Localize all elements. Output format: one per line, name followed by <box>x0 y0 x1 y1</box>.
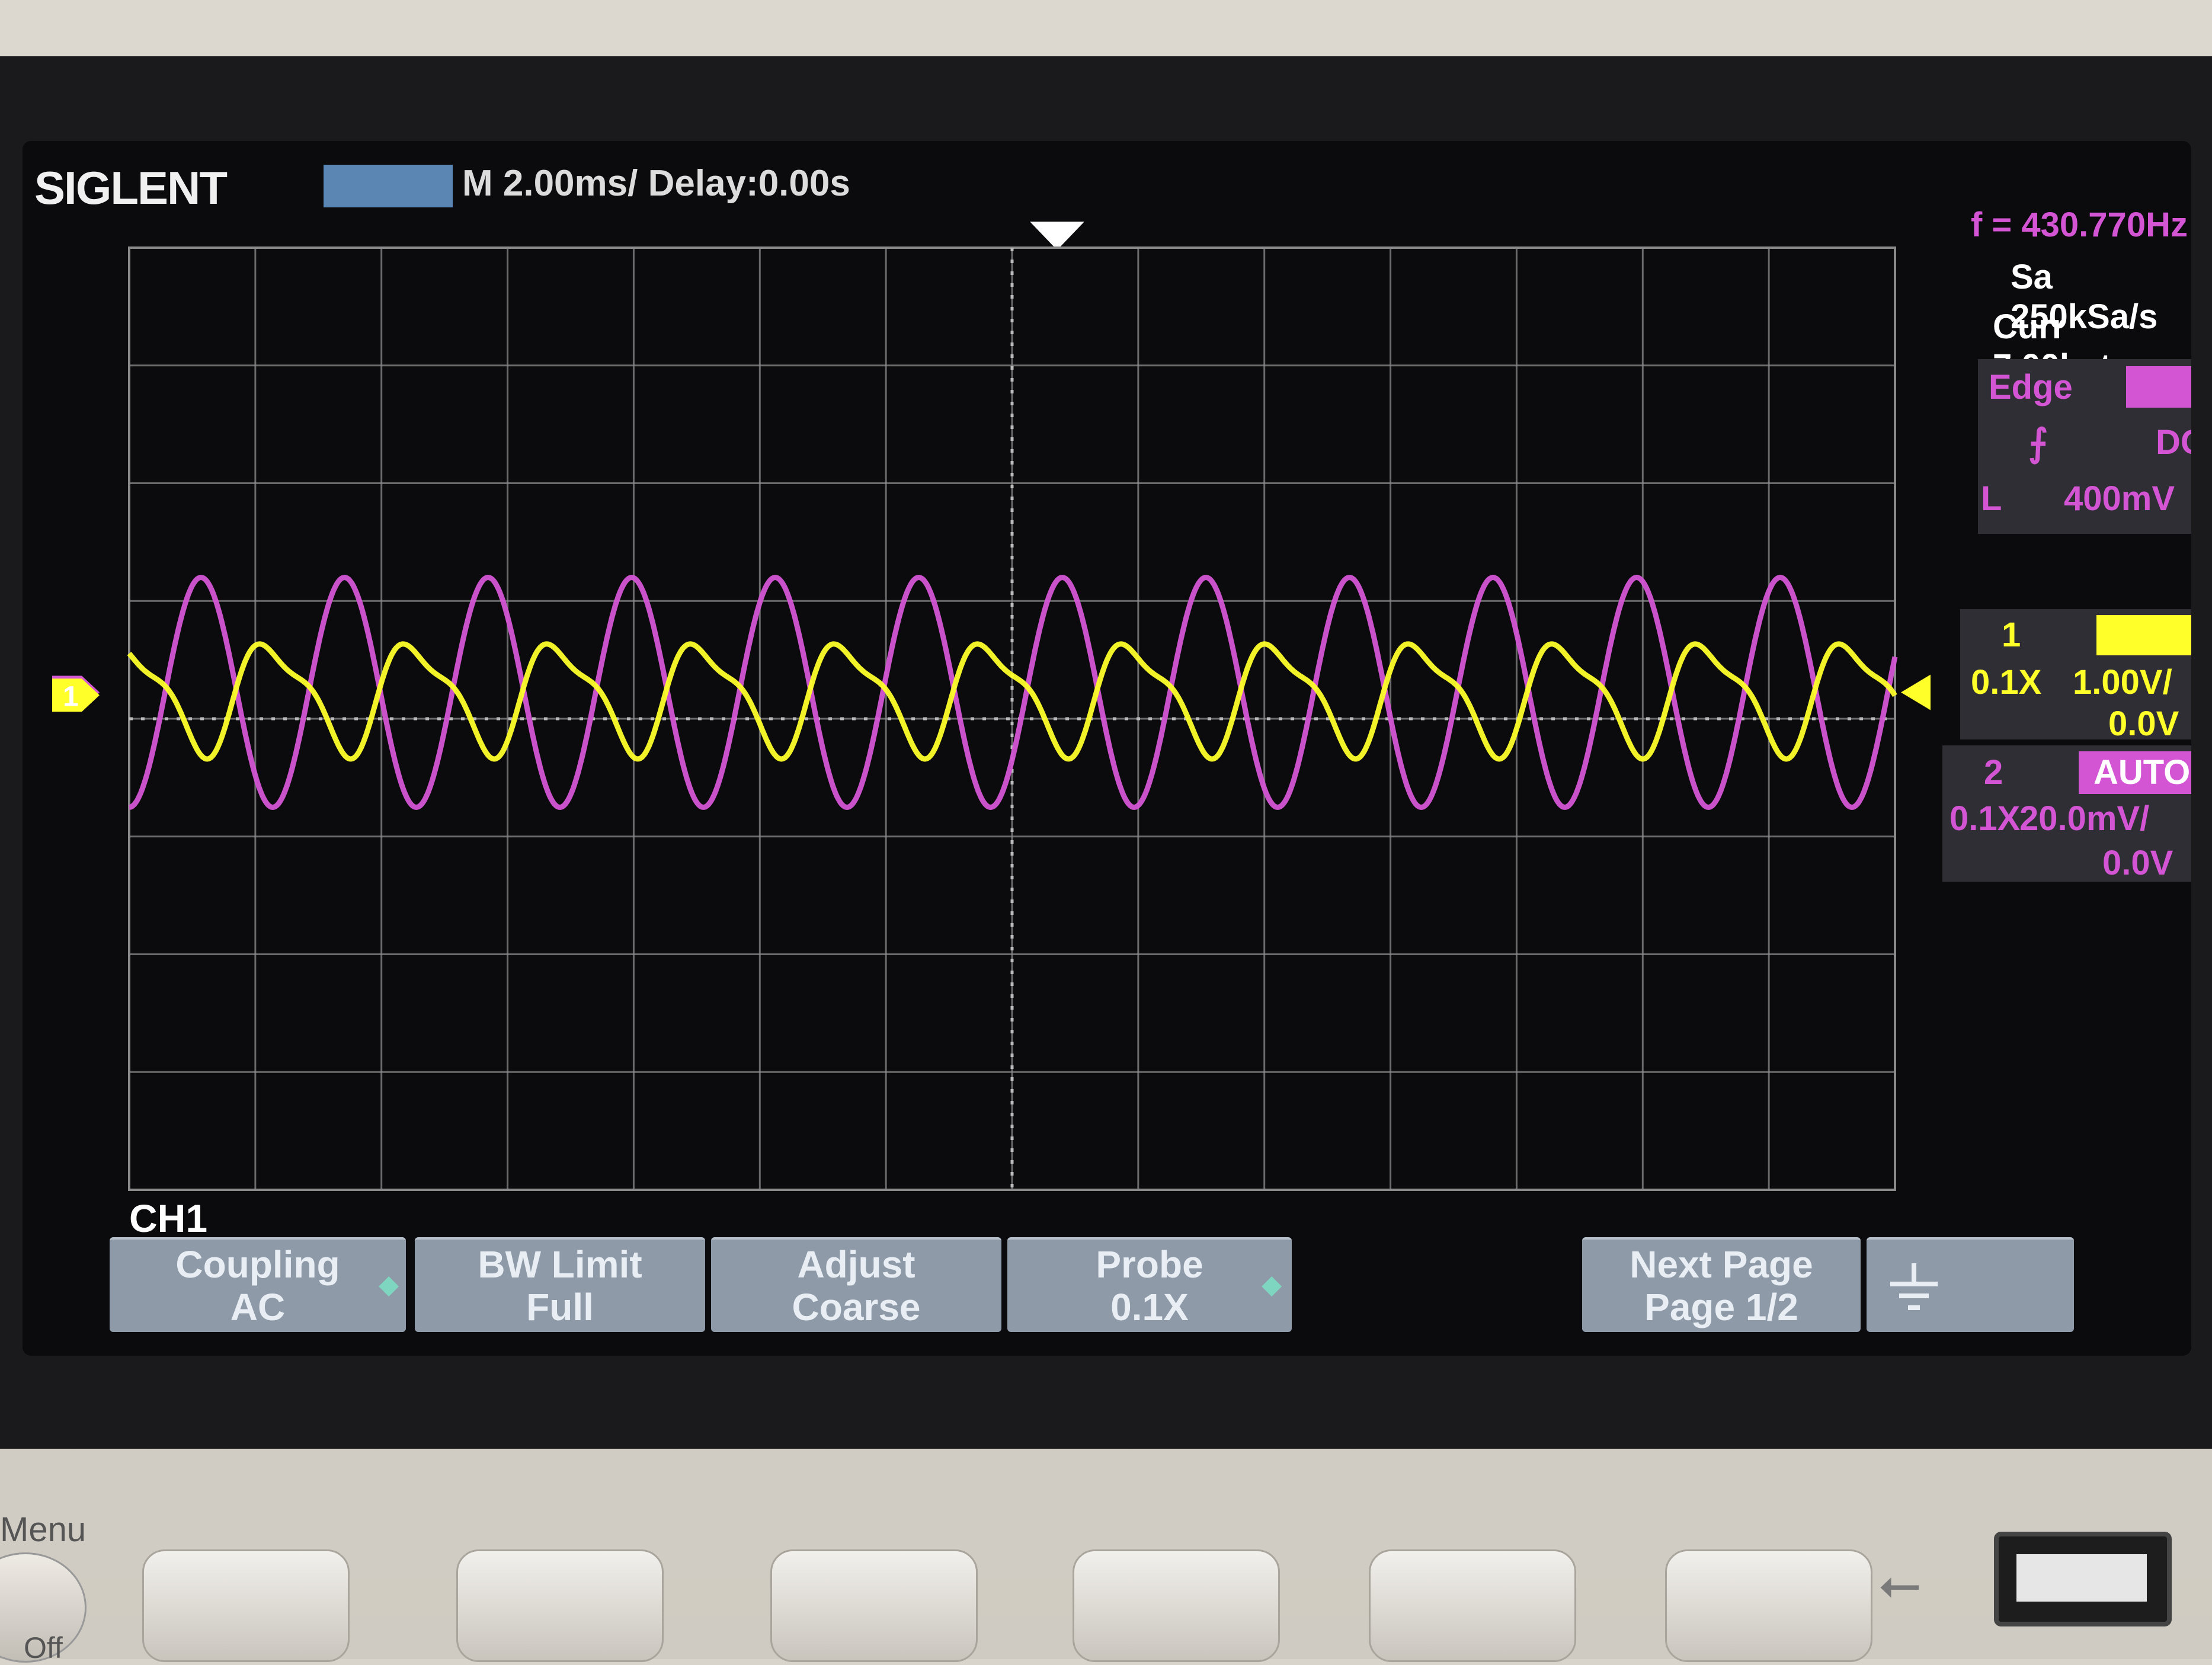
hardware-softkey-4[interactable] <box>1073 1549 1280 1662</box>
softkey-label: Adjust <box>797 1243 915 1286</box>
softkey-value: AC <box>230 1286 286 1328</box>
ch2-coupling: AUTO <box>2093 753 2191 792</box>
softkey-value: 0.1X <box>1110 1286 1189 1328</box>
usb-port-contacts <box>2016 1554 2147 1602</box>
ch1-coupling-badge <box>2096 615 2191 655</box>
ch1-marker-label: 1 <box>63 681 79 712</box>
ground-softkey[interactable] <box>1867 1237 2074 1332</box>
softkey-value: Page 1/2 <box>1644 1286 1798 1328</box>
hardware-softkey-3[interactable] <box>770 1549 978 1662</box>
info-panel: f = 430.770Hz Sa 250kSa/s Curr 7.00kpts … <box>1942 200 2191 1030</box>
adjust-softkey[interactable]: Adjust Coarse <box>711 1237 1001 1332</box>
ch1-probe: 0.1X <box>1971 663 2042 702</box>
hardware-softkey-2[interactable] <box>456 1549 664 1662</box>
trigger-level-arrow <box>1901 674 1931 710</box>
trigger-type: Edge <box>1989 368 2073 406</box>
coupling-softkey[interactable]: Coupling AC ◆ <box>110 1237 406 1332</box>
ch1-number: 1 <box>2002 616 2021 654</box>
oscilloscope-bezel: SIGLENT M 2.00ms/ Delay:0.00s 21 f = 430… <box>0 0 2212 1664</box>
trigger-source-badge <box>2126 366 2191 408</box>
hardware-softkey-1[interactable] <box>142 1549 350 1662</box>
next-page-softkey[interactable]: Next Page Page 1/2 <box>1582 1237 1861 1332</box>
adjust-knob-icon: ◆ <box>1262 1270 1282 1298</box>
trigger-coupling: DC <box>2156 423 2191 462</box>
ch2-probe: 0.1X <box>1949 799 2021 838</box>
ch2-scale: 20.0mV/ <box>2019 799 2150 838</box>
graticule-grid <box>128 246 1896 1191</box>
softkey-label: Coupling <box>175 1243 340 1286</box>
ch2-offset: 0.0V <box>2102 844 2173 882</box>
menu-channel-label: CH1 <box>129 1196 208 1240</box>
ch1-scale: 1.00V/ <box>2073 663 2172 702</box>
softkey-value: Coarse <box>792 1286 921 1328</box>
bw-limit-softkey[interactable]: BW Limit Full <box>415 1237 705 1332</box>
ch2-number: 2 <box>1984 753 2003 792</box>
off-label: Off <box>24 1631 63 1664</box>
probe-softkey[interactable]: Probe 0.1X ◆ <box>1007 1237 1292 1332</box>
trigger-level: 400mV <box>2064 479 2175 518</box>
waveform-plot: 21 <box>52 246 1931 1191</box>
usb-icon: ⭠ <box>1878 1552 1921 1615</box>
softkey-label: Next Page <box>1630 1243 1813 1286</box>
lcd-screen: SIGLENT M 2.00ms/ Delay:0.00s 21 f = 430… <box>23 141 2191 1356</box>
ch1-offset: 0.0V <box>2108 705 2179 743</box>
frequency-readout: f = 430.770Hz <box>1971 206 2188 244</box>
adjust-knob-icon: ◆ <box>379 1270 399 1298</box>
hardware-softkey-5[interactable] <box>1369 1549 1576 1662</box>
softkey-label: BW Limit <box>478 1243 642 1286</box>
softkey-label: Probe <box>1096 1243 1203 1286</box>
hardware-softkey-6[interactable] <box>1665 1549 1872 1662</box>
rising-edge-icon: ⨍ <box>2028 421 2048 464</box>
usb-port[interactable] <box>1994 1532 2172 1626</box>
ground-icon <box>1890 1263 1938 1310</box>
menu-label: Menu <box>0 1510 87 1549</box>
softkey-value: Full <box>526 1286 594 1328</box>
trigger-level-label: L <box>1981 479 2002 518</box>
